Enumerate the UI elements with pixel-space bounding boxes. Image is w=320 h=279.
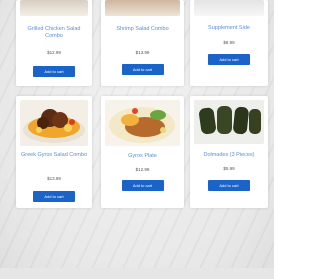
menu-item-price: $12.99 — [47, 50, 61, 55]
food-image — [194, 100, 264, 144]
menu-card-grilled-chicken-salad: Grilled Chicken Salad Combo $12.99 Add t… — [16, 0, 92, 86]
dolmades-photo — [194, 100, 264, 144]
menu-card-shrimp-salad: Shrimp Salad Combo $13.99 Add to cart — [101, 0, 184, 86]
menu-item-price: $13.99 — [135, 50, 150, 55]
food-image — [105, 100, 180, 146]
food-image — [20, 100, 88, 146]
menu-item-name: Supplement Side — [208, 25, 250, 31]
menu-item-name: Gyros Plate — [128, 153, 157, 159]
menu-item-name: Dolmades (3 Pieces) — [203, 152, 255, 158]
menu-item-price: $5.99 — [223, 166, 235, 171]
add-to-cart-button[interactable]: Add to cart — [121, 64, 164, 75]
menu-card-dolmades: Dolmades (3 Pieces) $5.99 Add to cart — [190, 96, 268, 208]
food-image — [194, 0, 264, 16]
menu-item-price: $13.99 — [47, 176, 61, 181]
gyros-salad-photo — [20, 100, 88, 146]
menu-card-greek-gyros-salad: Greek Gyros Salad Combo $13.99 Add to ca… — [16, 96, 92, 208]
gyros-plate-photo — [105, 100, 180, 146]
menu-item-name: Greek Gyros Salad Combo — [20, 152, 88, 158]
add-to-cart-button[interactable]: Add to cart — [121, 180, 164, 191]
add-to-cart-button[interactable]: Add to cart — [33, 66, 75, 77]
menu-item-price: $8.99 — [223, 40, 235, 45]
menu-item-price: $12.99 — [135, 167, 150, 172]
add-to-cart-button[interactable]: Add to cart — [33, 191, 75, 202]
menu-card-gyros-plate: Gyros Plate $12.99 Add to cart — [101, 96, 184, 208]
menu-item-name: Shrimp Salad Combo — [116, 26, 169, 32]
add-to-cart-button[interactable]: Add to cart — [208, 54, 250, 65]
menu-card-supplement-side: Supplement Side $8.99 Add to cart — [190, 0, 268, 86]
food-image — [20, 0, 88, 16]
next-row-preview — [0, 268, 274, 279]
menu-background: Grilled Chicken Salad Combo $12.99 Add t… — [0, 0, 274, 279]
food-image — [105, 0, 180, 16]
add-to-cart-button[interactable]: Add to cart — [208, 180, 250, 191]
menu-item-name: Grilled Chicken Salad Combo — [27, 26, 81, 39]
